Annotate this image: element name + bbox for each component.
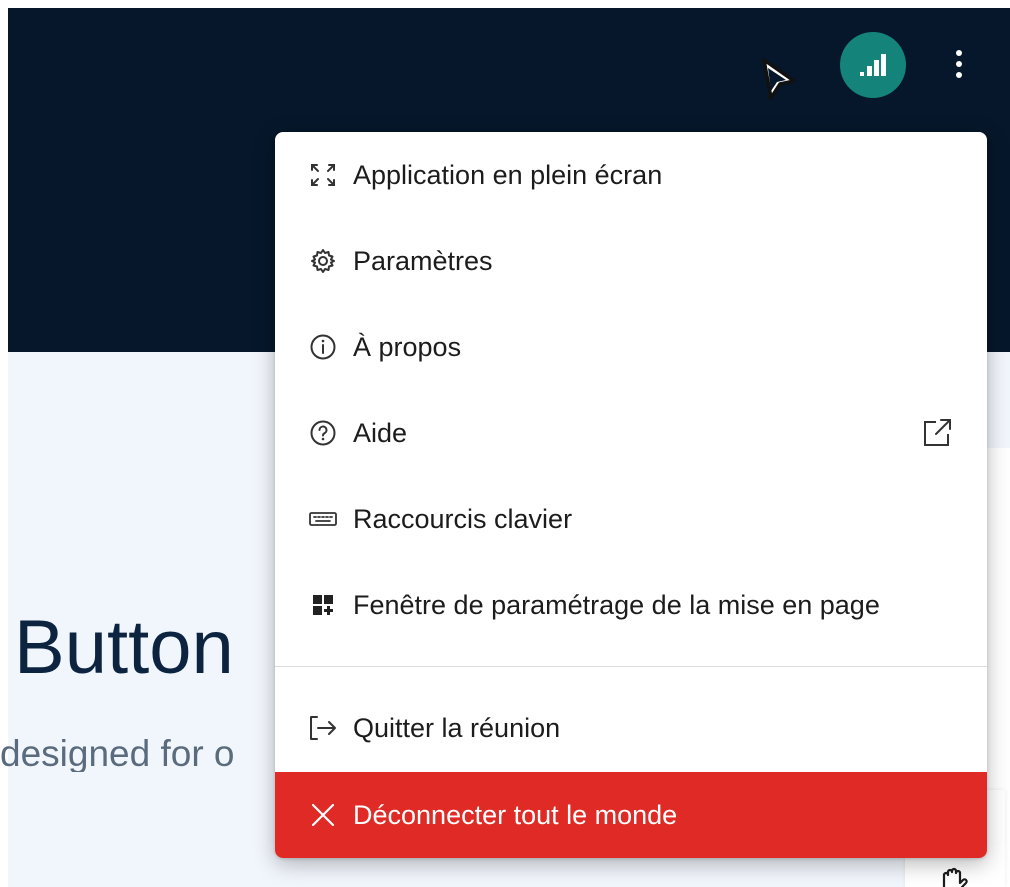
menu-item-label: Application en plein écran <box>353 159 663 190</box>
menu-item-label: Fenêtre de paramétrage de la mise en pag… <box>353 589 880 620</box>
options-menu: Application en plein écran Paramètres À … <box>275 132 987 858</box>
menu-item-about[interactable]: À propos <box>275 304 987 390</box>
menu-item-label: Aide <box>353 417 408 448</box>
menu-item-leave-meeting[interactable]: Quitter la réunion <box>275 685 987 771</box>
close-icon <box>308 800 338 830</box>
menu-item-settings[interactable]: Paramètres <box>275 218 987 304</box>
dot <box>956 72 962 78</box>
leave-icon <box>308 713 338 743</box>
signal-bars-icon <box>860 54 886 76</box>
more-options-button[interactable] <box>944 42 974 86</box>
mouse-pointer-icon <box>762 58 796 100</box>
keyboard-icon <box>308 504 338 534</box>
menu-item-label: Déconnecter tout le monde <box>353 799 678 830</box>
gear-icon <box>308 246 338 276</box>
menu-item-label: Paramètres <box>353 245 493 276</box>
help-icon <box>308 418 338 448</box>
dot <box>956 61 962 67</box>
connection-status-avatar[interactable] <box>840 32 906 98</box>
menu-item-label: Raccourcis clavier <box>353 503 573 534</box>
page-subtitle: designed for o <box>0 735 235 772</box>
menu-item-disconnect-everyone[interactable]: Déconnecter tout le monde <box>275 772 987 858</box>
menu-item-keyboard-shortcuts[interactable]: Raccourcis clavier <box>275 476 987 562</box>
menu-divider <box>275 666 987 667</box>
menu-item-fullscreen[interactable]: Application en plein écran <box>275 132 987 218</box>
info-icon <box>308 332 338 362</box>
layout-icon <box>308 590 338 620</box>
menu-item-label: Quitter la réunion <box>353 712 561 743</box>
raise-hand-icon[interactable] <box>938 866 972 887</box>
fullscreen-icon <box>308 160 338 190</box>
vertical-dots-icon <box>956 50 962 56</box>
menu-item-label: À propos <box>353 331 462 362</box>
menu-item-help[interactable]: Aide <box>275 390 987 476</box>
external-link-icon <box>924 419 951 446</box>
page-title: Button <box>14 605 234 690</box>
menu-item-layout-settings[interactable]: Fenêtre de paramétrage de la mise en pag… <box>275 562 987 648</box>
